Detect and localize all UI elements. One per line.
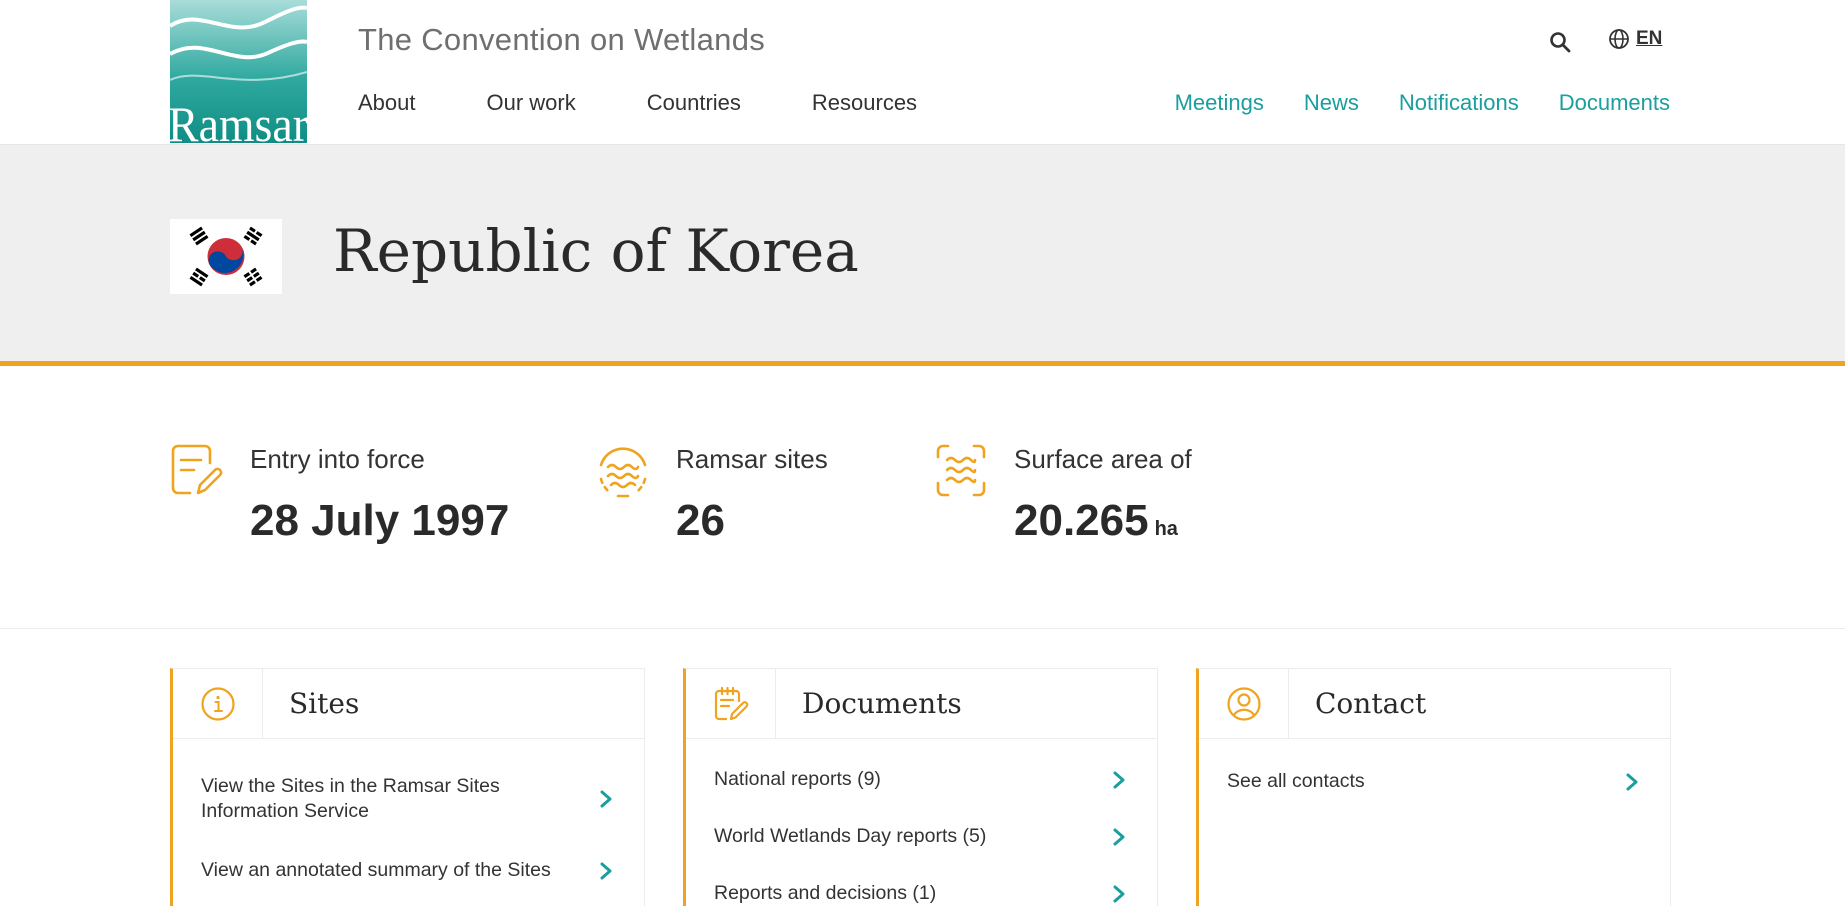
country-hero: Republic of Korea (0, 145, 1845, 366)
user-icon (1226, 686, 1261, 721)
card-header: Sites (173, 668, 644, 739)
link-label: National reports (9) (714, 768, 881, 790)
sites-card: Sites View the Sites in the Ramsar Sites… (170, 668, 645, 906)
chevron-right-icon (1113, 828, 1125, 845)
card-links: See all contacts (1199, 769, 1670, 794)
stat-value: 20.265 ha (1014, 496, 1178, 545)
secondary-nav: Meetings News Notifications Documents (1135, 90, 1670, 116)
chevron-right-icon (600, 790, 612, 808)
stat-value: 26 (676, 496, 725, 545)
documents-card: Documents National reports (9) World Wet… (683, 668, 1158, 906)
nav-resources[interactable]: Resources (812, 90, 917, 116)
ramsar-logo[interactable]: Ramsar (170, 0, 307, 143)
link-world-wetlands-day-reports[interactable]: World Wetlands Day reports (5) (714, 824, 1129, 849)
card-title: Documents (802, 687, 962, 720)
card-header: Contact (1199, 668, 1670, 739)
globe-icon (1609, 29, 1629, 49)
site-header: Ramsar The Convention on Wetlands About … (0, 0, 1845, 145)
nav-countries[interactable]: Countries (647, 90, 741, 116)
document-calendar-icon (714, 686, 748, 720)
card-links: National reports (9) World Wetlands Day … (686, 767, 1157, 906)
document-edit-icon (171, 444, 223, 495)
area-waves-icon (936, 444, 986, 497)
language-code: EN (1636, 28, 1663, 49)
link-annotated-summary[interactable]: View an annotated summary of the Sites (201, 858, 616, 883)
nav-documents[interactable]: Documents (1559, 90, 1670, 116)
info-icon (200, 686, 235, 721)
link-national-reports[interactable]: National reports (9) (714, 767, 1129, 792)
nav-notifications[interactable]: Notifications (1399, 90, 1519, 116)
link-see-all-contacts[interactable]: See all contacts (1227, 769, 1642, 794)
search-icon[interactable] (1548, 30, 1572, 54)
south-korea-flag (170, 219, 282, 294)
stat-label: Surface area of (1014, 444, 1192, 474)
stat-label: Ramsar sites (676, 444, 828, 474)
chevron-right-icon (1626, 773, 1638, 790)
link-reports-and-decisions[interactable]: Reports and decisions (1) (714, 881, 1129, 906)
link-label: Reports and decisions (1) (714, 882, 937, 904)
main-nav: About Our work Countries Resources (358, 90, 988, 116)
link-label: View the Sites in the Ramsar Sites Infor… (201, 775, 500, 822)
stat-label: Entry into force (250, 444, 425, 474)
chevron-right-icon (1113, 771, 1125, 788)
nav-our-work[interactable]: Our work (487, 90, 576, 116)
card-header: Documents (686, 668, 1157, 739)
stat-unit: ha (1154, 518, 1178, 540)
contact-card: Contact See all contacts (1196, 668, 1671, 906)
link-label: World Wetlands Day reports (5) (714, 825, 987, 847)
card-title: Contact (1315, 687, 1427, 720)
card-title: Sites (289, 687, 360, 720)
card-links: View the Sites in the Ramsar Sites Infor… (173, 774, 644, 883)
stat-value: 28 July 1997 (250, 496, 510, 545)
logo-text: Ramsar (170, 96, 307, 143)
link-view-sites-rsis[interactable]: View the Sites in the Ramsar Sites Infor… (201, 774, 616, 824)
country-stats: Entry into force 28 July 1997 Ramsar sit… (0, 371, 1845, 629)
nav-news[interactable]: News (1304, 90, 1359, 116)
wetland-waves-icon (599, 447, 647, 498)
nav-meetings[interactable]: Meetings (1175, 90, 1264, 116)
nav-about[interactable]: About (358, 90, 416, 116)
chevron-right-icon (1113, 885, 1125, 902)
chevron-right-icon (600, 862, 612, 879)
link-label: View an annotated summary of the Sites (201, 859, 551, 881)
link-label: See all contacts (1227, 770, 1365, 792)
site-tagline: The Convention on Wetlands (358, 22, 766, 57)
page-title: Republic of Korea (333, 217, 859, 285)
language-selector[interactable]: EN (1608, 28, 1662, 50)
